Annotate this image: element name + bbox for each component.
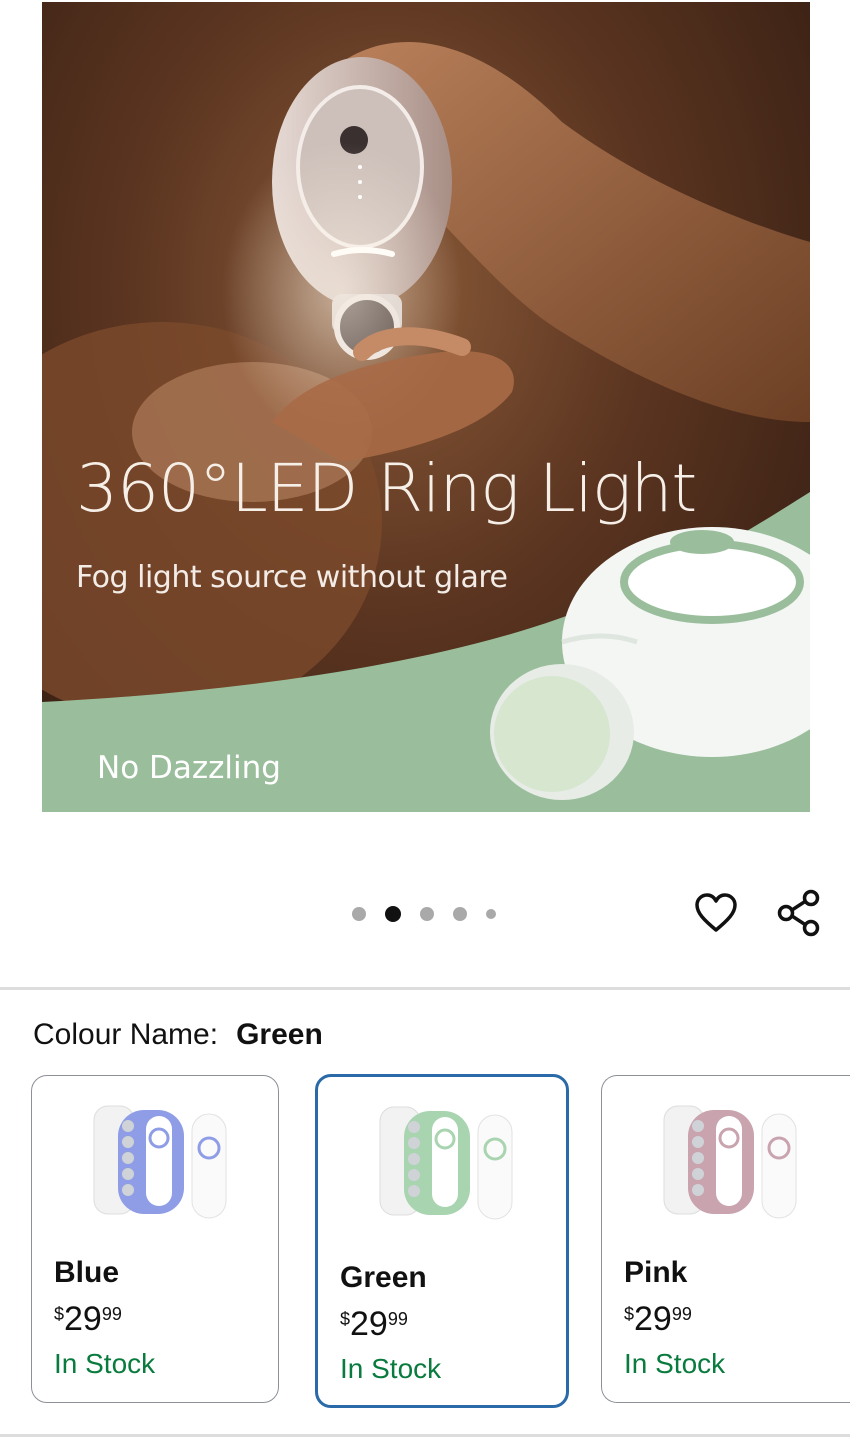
price-whole: 29 xyxy=(350,1305,388,1343)
image-carousel-indicator[interactable] xyxy=(352,905,515,923)
swatch-price: $2999 xyxy=(54,1300,122,1339)
swatch-price: $2999 xyxy=(340,1305,408,1344)
favorite-button[interactable] xyxy=(692,889,740,937)
section-divider xyxy=(0,987,850,990)
blue-product-thumbnail xyxy=(93,1105,227,1219)
heart-icon xyxy=(695,893,737,932)
colour-label-text: Colour Name: xyxy=(33,1018,219,1051)
price-currency: $ xyxy=(624,1304,635,1324)
pink-product-thumbnail xyxy=(663,1105,797,1219)
price-fraction: 99 xyxy=(387,1309,408,1329)
swatch-green[interactable]: Green $2999 In Stock xyxy=(315,1074,569,1408)
carousel-dot[interactable] xyxy=(420,907,434,921)
price-currency: $ xyxy=(54,1304,65,1324)
carousel-dot[interactable] xyxy=(453,907,467,921)
carousel-dot-active[interactable] xyxy=(385,906,401,922)
stock-status: In Stock xyxy=(624,1348,726,1379)
share-button[interactable] xyxy=(775,889,823,937)
product-photo-illustration xyxy=(42,42,810,812)
price-currency: $ xyxy=(340,1309,351,1329)
price-fraction: 99 xyxy=(101,1304,122,1324)
swatch-name: Pink xyxy=(624,1256,688,1289)
swatch-pink[interactable]: Pink $2999 In Stock xyxy=(601,1075,850,1403)
colour-selected-value: Green xyxy=(236,1018,323,1051)
carousel-dot[interactable] xyxy=(486,909,496,919)
green-product-thumbnail xyxy=(379,1106,513,1220)
swatch-price: $2999 xyxy=(624,1300,692,1339)
swatch-blue[interactable]: Blue $2999 In Stock xyxy=(31,1075,279,1403)
share-icon xyxy=(777,889,820,937)
price-whole: 29 xyxy=(64,1300,102,1338)
stock-status: In Stock xyxy=(340,1353,442,1384)
hero-subheadline: Fog light source without glare xyxy=(76,560,508,595)
colour-name-label: Colour Name: Green xyxy=(33,1018,323,1052)
stock-status: In Stock xyxy=(54,1348,156,1379)
hero-badge-text: No Dazzling xyxy=(97,750,281,786)
price-fraction: 99 xyxy=(671,1304,692,1324)
hero-headline: 360°LED Ring Light xyxy=(76,450,697,527)
swatch-name: Green xyxy=(340,1261,427,1294)
price-whole: 29 xyxy=(634,1300,672,1338)
product-image[interactable]: 360°LED Ring Light Fog light source with… xyxy=(42,2,810,812)
section-divider xyxy=(0,1434,850,1437)
swatch-name: Blue xyxy=(54,1256,120,1289)
carousel-dot[interactable] xyxy=(352,907,366,921)
